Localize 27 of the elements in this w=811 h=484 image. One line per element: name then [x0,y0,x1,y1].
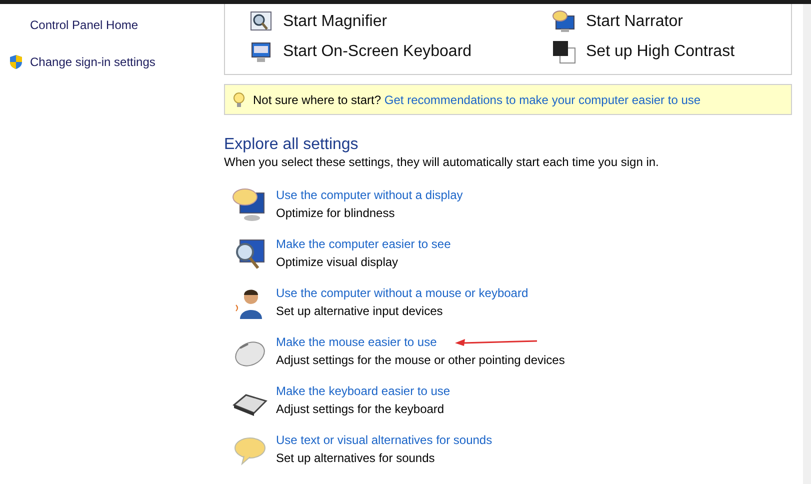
settings-link[interactable]: Use the computer without a display [276,187,463,203]
narrator-icon [552,10,576,34]
quick-access-link[interactable]: Start On-Screen Keyboard [283,40,472,64]
keyboard-monitor-icon [249,40,273,64]
settings-link[interactable]: Make the keyboard easier to use [276,383,450,399]
settings-description: Optimize visual display [276,254,400,270]
sidebar-link[interactable]: Control Panel Home [30,16,138,34]
settings-description: Set up alternatives for sounds [276,450,436,466]
settings-description: Adjust settings for the keyboard [276,401,446,417]
quick-access-link[interactable]: Start Magnifier [283,10,388,34]
recommendations-link[interactable]: Get recommendations to make your computer easier to use [384,92,701,106]
high-contrast-icon [552,40,576,64]
quick-access-link[interactable]: Start Narrator [586,10,683,34]
shield-icon [8,54,24,70]
sidebar-link[interactable]: Change sign-in settings [30,53,156,71]
section-subtitle: When you select these settings, they will automatically start each time you sign in. [224,155,660,169]
settings-description: Set up alternative input devices [276,303,444,319]
lightbulb-icon [233,92,245,108]
section-title: Explore all settings [224,135,360,155]
settings-link[interactable]: Make the mouse easier to use [276,334,437,350]
settings-link[interactable]: Make the computer easier to see [276,236,451,252]
settings-description: Optimize for blindness [276,205,396,221]
settings-description: Adjust settings for the mouse or other pointing devices [276,352,565,368]
tip-text: Not sure where to start? Get recommendations to make your computer easier to use [253,92,701,108]
settings-link[interactable]: Use the computer without a mouse or keyboard [276,285,528,301]
quick-access-link[interactable]: Set up High Contrast [586,40,735,64]
settings-link[interactable]: Use text or visual alternatives for sounds [276,432,492,448]
